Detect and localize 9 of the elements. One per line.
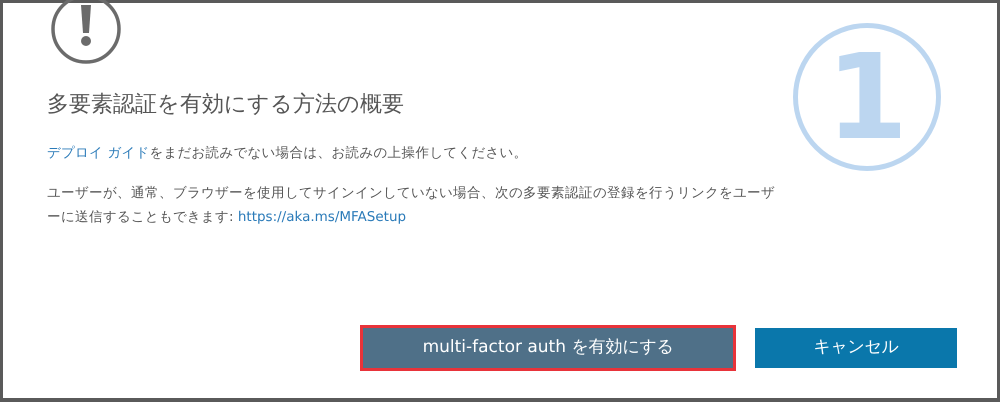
link[interactable]: https://aka.ms/MFASetup <box>238 208 406 224</box>
cancel-button[interactable]: キャンセル <box>755 328 957 368</box>
warning-icon <box>50 0 122 65</box>
dialog-title: 多要素認証を有効にする方法の概要 <box>47 91 404 118</box>
dialog-paragraph: デプロイ ガイド をまだお読みでない場合は、お読みの上操作してください。 <box>47 144 528 162</box>
step-badge: 1 <box>793 23 941 171</box>
enable-button[interactable]: multi-factor auth を有効にする <box>363 328 733 368</box>
dialog-paragraph: ユーザーが、通常、ブラウザーを使用してサインインしていない場合、次の多要素認証の登録を行うリンクをユーザーに送信することもできます: https://aka.ms/MFASetup <box>47 184 776 226</box>
link[interactable]: デプロイ ガイド <box>47 144 150 160</box>
